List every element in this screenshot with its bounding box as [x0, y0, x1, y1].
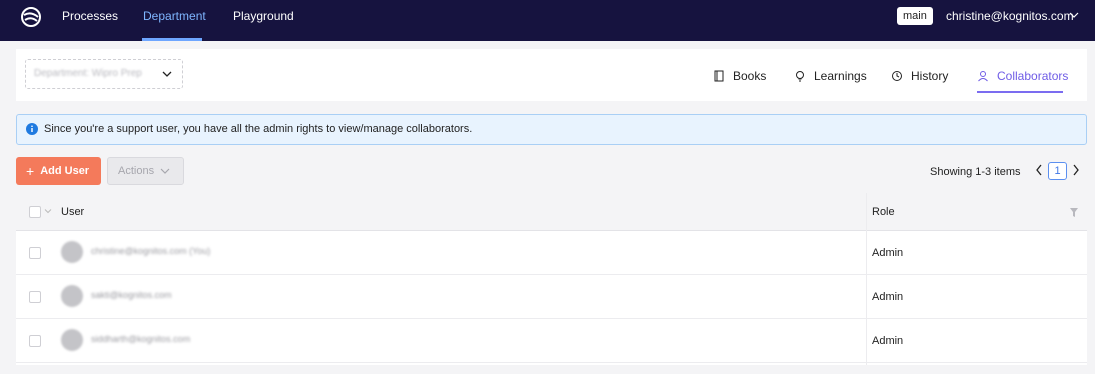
actions-label: Actions [118, 165, 155, 177]
user-email-cell: sakti@kognitos.com [91, 290, 172, 300]
nav-department[interactable]: Department [143, 9, 206, 23]
info-banner: Since you're a support user, you have al… [16, 114, 1087, 145]
nav-playground[interactable]: Playground [233, 9, 294, 23]
table-header: User Role [16, 193, 1087, 231]
avatar [61, 241, 83, 263]
chevron-down-icon [160, 168, 170, 174]
nav-active-indicator [142, 38, 202, 41]
chevron-down-icon [162, 71, 172, 77]
tab-history[interactable]: History [891, 68, 948, 84]
lightbulb-icon [796, 71, 804, 82]
info-banner-text: Since you're a support user, you have al… [44, 123, 473, 135]
row-checkbox[interactable] [29, 335, 41, 347]
pagination-page-1[interactable]: 1 [1048, 162, 1067, 180]
select-all-checkbox[interactable] [29, 206, 41, 218]
tab-history-label: History [911, 69, 949, 83]
nav-processes[interactable]: Processes [62, 9, 118, 23]
table-row[interactable]: sakti@kognitos.com Admin [16, 275, 1087, 319]
user-menu-email[interactable]: christine@kognitos.com [946, 9, 1074, 23]
tab-active-indicator [977, 91, 1063, 93]
top-nav-bar: Processes Department Playground main chr… [0, 0, 1095, 41]
add-user-label: Add User [40, 165, 90, 177]
column-header-user: User [61, 206, 85, 218]
avatar [61, 285, 83, 307]
table-row[interactable]: christine@kognitos.com (You) Admin [16, 231, 1087, 275]
tab-learnings[interactable]: Learnings [794, 68, 867, 84]
book-icon [714, 70, 724, 82]
table-row[interactable]: siddharth@kognitos.com Admin [16, 319, 1087, 363]
chevron-left-icon[interactable] [1034, 163, 1044, 177]
avatar [61, 329, 83, 351]
chevron-down-icon[interactable] [1069, 10, 1079, 20]
pagination-summary: Showing 1-3 items [930, 166, 1021, 178]
filter-icon[interactable] [1070, 208, 1078, 217]
info-icon [26, 123, 38, 135]
role-cell: Admin [872, 335, 904, 347]
branch-badge[interactable]: main [897, 7, 933, 25]
collaborators-table: User Role christine@kognitos.com (You) A… [16, 193, 1087, 365]
user-email-cell: siddharth@kognitos.com [91, 334, 191, 344]
chevron-right-icon[interactable] [1071, 163, 1081, 177]
history-icon [892, 71, 902, 81]
row-checkbox[interactable] [29, 247, 41, 259]
chevron-down-icon[interactable] [44, 207, 52, 215]
tab-learnings-label: Learnings [814, 69, 867, 83]
user-email-cell: christine@kognitos.com (You) [91, 246, 211, 256]
row-checkbox[interactable] [29, 291, 41, 303]
tab-collaborators-label: Collaborators [997, 69, 1069, 83]
plus-icon: + [26, 163, 35, 179]
column-header-role: Role [872, 206, 895, 218]
add-user-button[interactable]: + Add User [16, 157, 101, 185]
actions-dropdown-button[interactable]: Actions [107, 157, 184, 185]
department-select-value: Department: Wipro Prep [34, 68, 142, 79]
tab-collaborators[interactable]: Collaborators [977, 68, 1068, 84]
role-cell: Admin [872, 291, 904, 303]
kognitos-logo-icon[interactable] [20, 6, 42, 28]
role-cell: Admin [872, 247, 904, 259]
tab-books-label: Books [733, 69, 767, 83]
user-icon [978, 71, 988, 82]
tab-books[interactable]: Books [713, 68, 766, 84]
department-select[interactable]: Department: Wipro Prep [25, 59, 183, 89]
